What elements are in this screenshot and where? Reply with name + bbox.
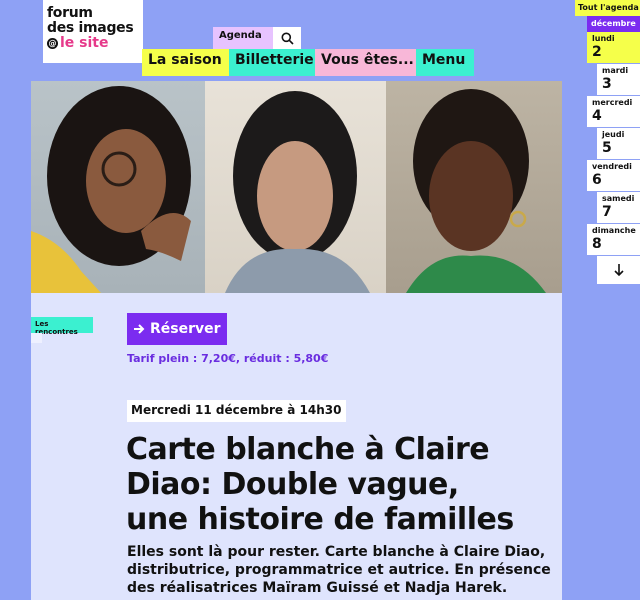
price-info: Tarif plein : 7,20€, réduit : 5,80€ [127,352,329,365]
logo-line-2: des images [47,20,134,36]
reserve-button[interactable]: Réserver [127,313,227,345]
day-number: 8 [592,236,602,252]
agenda-day-jeudi[interactable]: jeudi 5 [597,128,640,159]
agenda-day-samedi[interactable]: samedi 7 [597,192,640,223]
day-name: mardi [602,66,629,75]
arrow-down-icon [613,264,624,277]
day-name: samedi [602,194,635,203]
at-icon: @ [47,38,58,49]
event-photo-strip [31,81,562,293]
day-name: vendredi [592,162,632,171]
day-number: 6 [592,172,602,188]
portrait-photo-1 [31,81,205,293]
category-tag[interactable]: Les rencontres [31,317,93,336]
reserve-label: Réserver [150,321,221,337]
day-name: mercredi [592,98,633,107]
arrow-right-icon [134,324,145,334]
category-tag-notch [31,333,42,343]
event-datetime: Mercredi 11 décembre à 14h30 [127,400,347,422]
agenda-month-label: décembre [587,16,640,32]
nav-billetterie[interactable]: Billetterie [229,49,315,76]
event-description: Elles sont là pour rester. Carte blanche… [127,544,551,596]
portrait-photo-2 [205,81,386,293]
all-agenda-link[interactable]: Tout l'agenda [575,0,640,16]
day-number: 2 [592,44,602,60]
logo-line-1: forum [47,5,93,21]
event-title: Carte blanche à Claire Diao: Double vagu… [126,432,514,537]
nav-menu[interactable]: Menu [416,49,474,76]
day-number: 3 [602,76,612,92]
agenda-day-mardi[interactable]: mardi 3 [597,64,640,95]
day-name: dimanche [592,226,636,235]
logo-line-3: @ le site [47,36,143,51]
day-name: jeudi [602,130,625,139]
day-number: 5 [602,140,612,156]
search-icon [281,32,294,45]
agenda-day-dimanche[interactable]: dimanche 8 [587,224,640,255]
agenda-button[interactable]: Agenda [213,27,273,49]
site-logo[interactable]: forum des images @ le site [43,0,143,63]
agenda-day-lundi[interactable]: lundi 2 [587,32,640,63]
day-number: 4 [592,108,602,124]
logo-line-3-text: le site [60,35,109,51]
day-number: 7 [602,204,612,220]
portrait-photo-3 [386,81,562,293]
nav-la-saison[interactable]: La saison [142,49,229,76]
search-button[interactable] [273,27,301,49]
day-name: lundi [592,34,615,43]
agenda-next-button[interactable] [597,256,640,284]
agenda-day-vendredi[interactable]: vendredi 6 [587,160,640,191]
nav-vous-etes[interactable]: Vous êtes... [315,49,416,76]
agenda-day-mercredi[interactable]: mercredi 4 [587,96,640,127]
